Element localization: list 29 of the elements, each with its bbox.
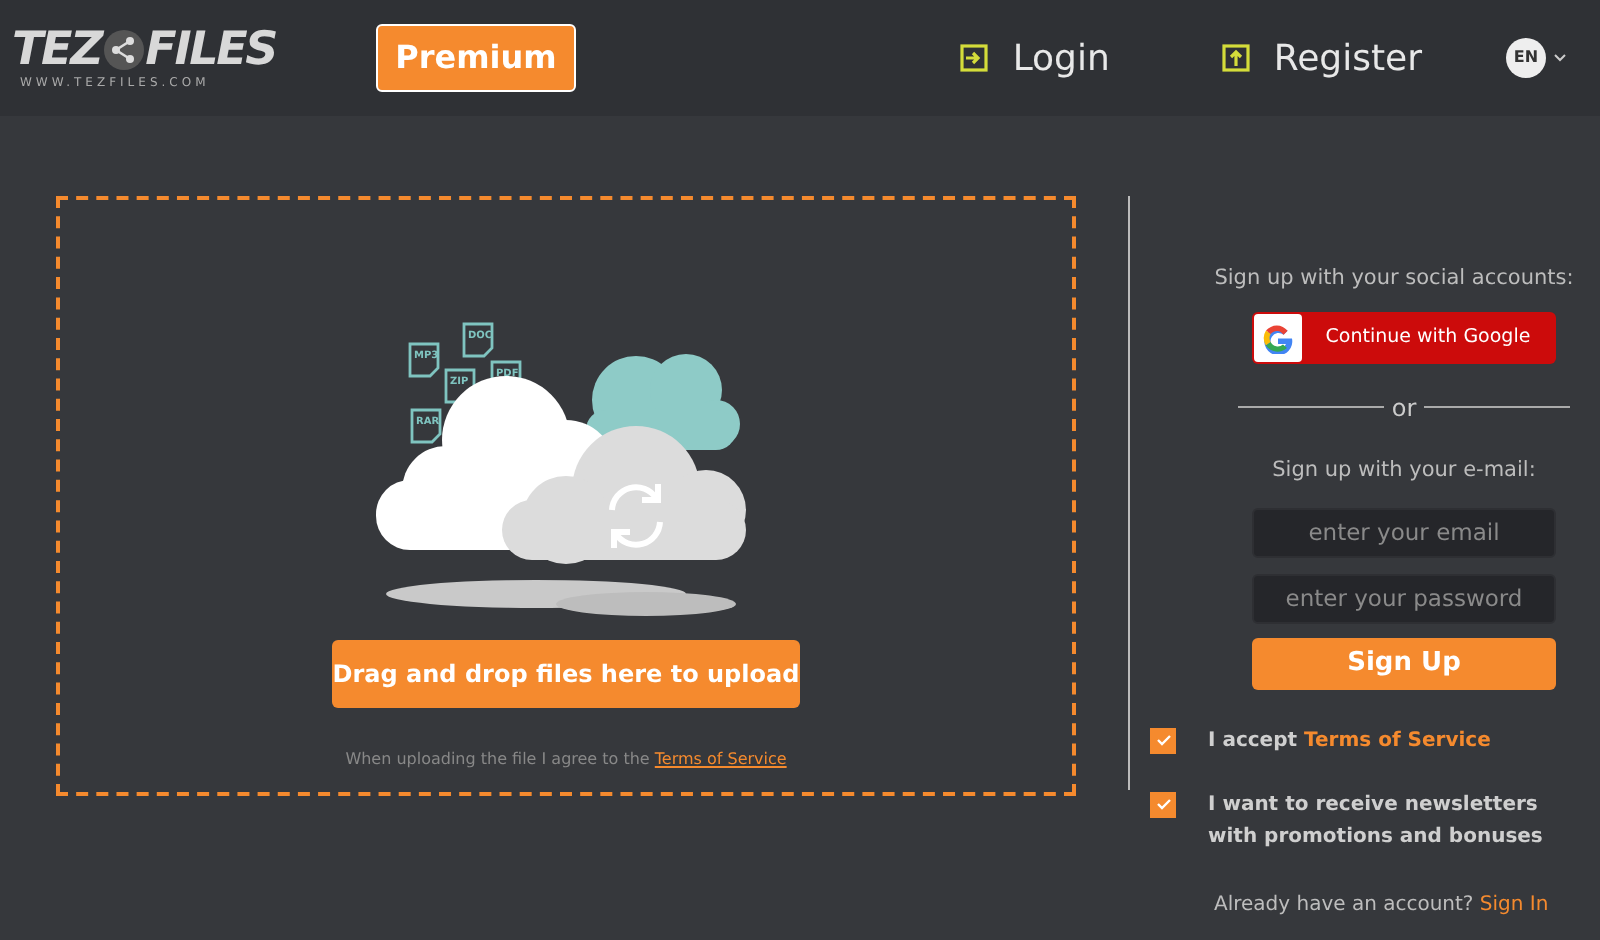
google-icon	[1262, 321, 1294, 354]
caret-icon	[1554, 54, 1566, 62]
checkbox-label: I accept Terms of Service	[1208, 727, 1493, 755]
terms-link[interactable]: Terms of Service	[1304, 729, 1491, 751]
upload-button[interactable]: Drag and drop files here to upload	[332, 640, 800, 708]
checkbox-label: I want to receive newsletters with promotions and bonuses	[1208, 791, 1545, 851]
check-icon	[1155, 798, 1171, 810]
signin-link[interactable]: Sign In	[1479, 893, 1549, 915]
logo-text: FILES	[145, 25, 277, 73]
password-field[interactable]: enter your password	[1252, 573, 1556, 623]
login-icon	[960, 44, 989, 72]
signup-button[interactable]: Sign Up	[1252, 637, 1556, 689]
upload-icon	[1221, 44, 1250, 72]
nav-link[interactable]: Login	[960, 31, 1110, 85]
nav-link[interactable]: Register	[1221, 31, 1422, 85]
checkbox[interactable]	[1150, 791, 1176, 817]
social-heading: Sign up with your social accounts:	[1214, 264, 1574, 294]
email-field[interactable]: enter your email	[1252, 507, 1556, 557]
google-button[interactable]: Continue with Google	[1252, 311, 1556, 364]
share-icon	[101, 27, 146, 71]
or-label: or	[1391, 395, 1417, 420]
upload-note: When uploading the file I agree to the Terms of Service	[345, 748, 787, 772]
email-heading: Sign up with your e-mail:	[1272, 455, 1536, 486]
terms-link[interactable]: Terms of Service	[654, 750, 787, 768]
check-icon	[1155, 734, 1171, 746]
logo-text: TEZ	[12, 25, 102, 73]
premium-button[interactable]: Premium	[376, 24, 576, 92]
checkbox[interactable]	[1150, 727, 1176, 753]
signin-prompt: Already have an account? Sign In	[1214, 891, 1551, 919]
